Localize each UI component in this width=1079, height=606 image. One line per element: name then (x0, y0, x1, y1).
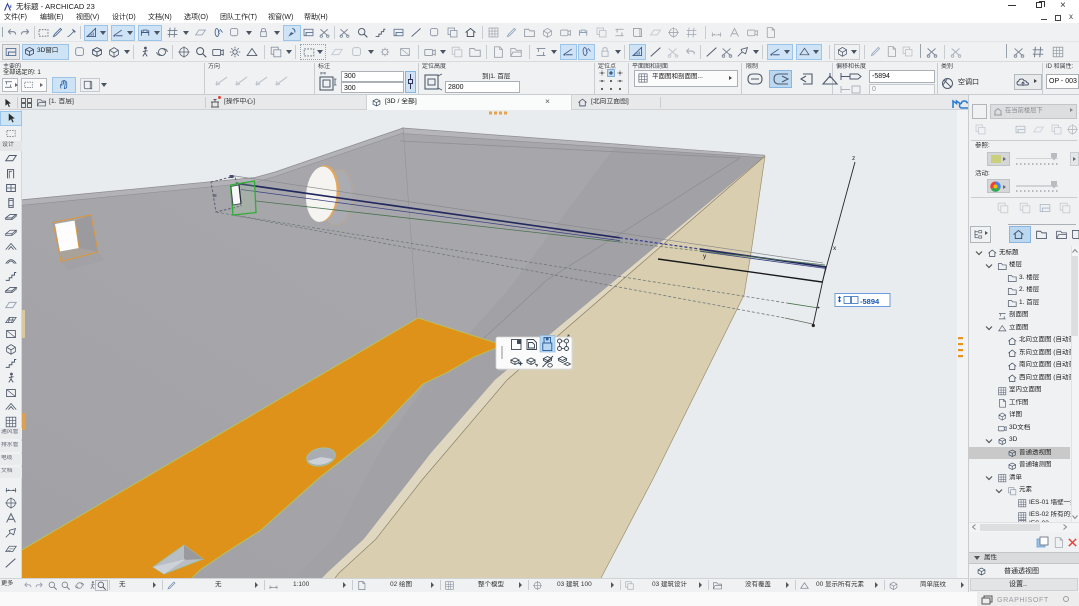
svg-text:-5894: -5894 (860, 297, 880, 306)
svg-text:z: z (852, 155, 855, 162)
